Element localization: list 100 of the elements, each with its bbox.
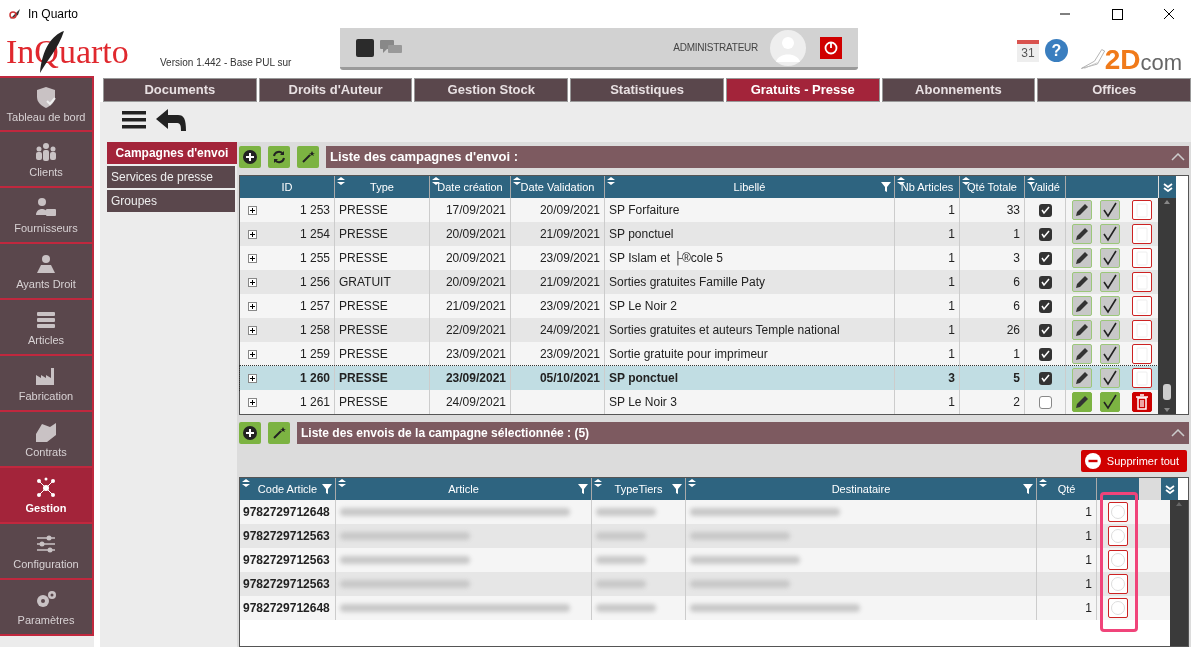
checkbox[interactable] bbox=[1038, 251, 1052, 265]
checkbox[interactable] bbox=[1038, 347, 1052, 361]
validate-button[interactable] bbox=[1100, 392, 1120, 412]
delete-button[interactable] bbox=[1132, 296, 1152, 316]
checkbox[interactable] bbox=[1038, 371, 1052, 385]
delete-button[interactable] bbox=[1108, 550, 1128, 570]
power-button-icon[interactable] bbox=[820, 36, 842, 59]
delete-button[interactable] bbox=[1108, 598, 1128, 618]
column-header[interactable]: TypeTiers bbox=[592, 478, 686, 500]
calendar-icon[interactable]: 31 bbox=[1017, 40, 1039, 62]
checkbox[interactable] bbox=[1038, 299, 1052, 313]
table-row[interactable]: 1 259 PRESSE 23/09/2021 23/09/2021 Sortie gratuite pour imprimeur 1 1 bbox=[240, 342, 1158, 366]
help-button[interactable]: ? bbox=[1045, 39, 1068, 62]
edit-button[interactable] bbox=[1072, 368, 1092, 388]
column-header[interactable]: Destinataire bbox=[686, 478, 1037, 500]
delete-button[interactable] bbox=[1108, 526, 1128, 546]
menu-icon[interactable] bbox=[122, 110, 146, 130]
expand-icon[interactable] bbox=[248, 277, 257, 287]
tab[interactable]: Droits d'Auteur bbox=[258, 78, 413, 102]
expand-icon[interactable] bbox=[248, 373, 257, 383]
validate-button[interactable] bbox=[1100, 248, 1120, 268]
collapse-icon[interactable] bbox=[1171, 153, 1185, 161]
column-header[interactable]: Qté Totale bbox=[960, 176, 1025, 198]
tab[interactable]: Documents bbox=[103, 78, 257, 102]
expand-icon[interactable] bbox=[248, 253, 257, 263]
column-header[interactable]: Date création bbox=[430, 176, 511, 198]
table-row[interactable]: 1 255 PRESSE 20/09/2021 23/09/2021 SP Islam et ├®cole 5 1 3 bbox=[240, 246, 1158, 270]
delete-button[interactable] bbox=[1132, 224, 1152, 244]
delete-button[interactable] bbox=[1132, 248, 1152, 268]
checkbox[interactable] bbox=[1038, 275, 1052, 289]
sidebar-item[interactable]: Fournisseurs bbox=[0, 188, 94, 244]
sidebar-item[interactable]: Gestion bbox=[0, 468, 94, 524]
edit-button[interactable] bbox=[1072, 200, 1092, 220]
edit-button[interactable] bbox=[1072, 320, 1092, 340]
tab[interactable]: Gestion Stock bbox=[414, 78, 569, 102]
table-row[interactable]: 1 257 PRESSE 21/09/2021 23/09/2021 SP Le Noir 2 1 6 bbox=[240, 294, 1158, 318]
edit-button[interactable] bbox=[1072, 296, 1092, 316]
delete-button[interactable] bbox=[1132, 272, 1152, 292]
tab[interactable]: Gratuits - Presse bbox=[725, 78, 880, 102]
table-row[interactable]: 1 254 PRESSE 20/09/2021 21/09/2021 SP ponctuel 1 1 bbox=[240, 222, 1158, 246]
scroll-thumb[interactable] bbox=[1163, 384, 1171, 400]
edit-button[interactable] bbox=[1072, 344, 1092, 364]
column-header[interactable]: Date Validation bbox=[511, 176, 605, 198]
checkbox[interactable] bbox=[1038, 323, 1052, 337]
submenu-item[interactable]: Groupes bbox=[107, 190, 235, 212]
table-row[interactable]: 1 253 PRESSE 17/09/2021 20/09/2021 SP Forfaiture 1 33 bbox=[240, 198, 1158, 222]
sidebar-item[interactable]: Tableau de bord bbox=[0, 76, 94, 132]
tab[interactable]: Abonnements bbox=[881, 78, 1036, 102]
scrollbar[interactable] bbox=[1170, 500, 1188, 646]
delete-button[interactable] bbox=[1132, 368, 1152, 388]
validate-button[interactable] bbox=[1100, 272, 1120, 292]
expand-icon[interactable] bbox=[248, 397, 257, 407]
table-row[interactable]: 1 256 GRATUIT 20/09/2021 21/09/2021 Sorties gratuites Famille Paty 1 6 bbox=[240, 270, 1158, 294]
wand-button[interactable] bbox=[268, 422, 290, 444]
edit-button[interactable] bbox=[1072, 248, 1092, 268]
collapse-icon[interactable] bbox=[1171, 429, 1185, 437]
column-header[interactable]: Qté bbox=[1037, 478, 1097, 500]
sidebar-item[interactable]: Clients bbox=[0, 132, 94, 188]
expand-icon[interactable] bbox=[248, 349, 257, 359]
scrollbar[interactable] bbox=[1158, 198, 1176, 414]
column-header[interactable]: Article bbox=[336, 478, 592, 500]
delete-all-button[interactable]: Supprimer tout bbox=[1080, 450, 1187, 472]
delete-button[interactable] bbox=[1132, 392, 1152, 412]
expand-icon[interactable] bbox=[248, 301, 257, 311]
checkbox[interactable] bbox=[1038, 227, 1052, 241]
delete-button[interactable] bbox=[1132, 344, 1152, 364]
column-header[interactable]: Libellé bbox=[605, 176, 895, 198]
validate-button[interactable] bbox=[1100, 224, 1120, 244]
tab[interactable]: Offices bbox=[1037, 78, 1192, 102]
add-button[interactable] bbox=[239, 422, 261, 444]
delete-button[interactable] bbox=[1108, 574, 1128, 594]
validate-button[interactable] bbox=[1100, 296, 1120, 316]
column-header[interactable]: Code Article bbox=[240, 478, 336, 500]
sidebar-item[interactable]: Configuration bbox=[0, 524, 94, 580]
refresh-button[interactable] bbox=[268, 146, 290, 168]
validate-button[interactable] bbox=[1100, 200, 1120, 220]
validate-button[interactable] bbox=[1100, 344, 1120, 364]
scroll-down-button[interactable] bbox=[1160, 478, 1178, 500]
checkbox[interactable] bbox=[1038, 203, 1052, 217]
expand-icon[interactable] bbox=[248, 325, 257, 335]
sidebar-item[interactable]: Fabrication bbox=[0, 356, 94, 412]
checkbox[interactable] bbox=[1038, 395, 1052, 409]
delete-button[interactable] bbox=[1132, 320, 1152, 340]
table-row[interactable]: 1 261 PRESSE 24/09/2021 SP Le Noir 3 1 2 bbox=[240, 390, 1158, 414]
expand-icon[interactable] bbox=[248, 229, 257, 239]
tab[interactable]: Statistiques bbox=[570, 78, 724, 102]
scroll-down-button[interactable] bbox=[1158, 176, 1176, 198]
edit-button[interactable] bbox=[1072, 272, 1092, 292]
square-icon[interactable] bbox=[356, 38, 374, 57]
sidebar-item[interactable]: Contrats bbox=[0, 412, 94, 468]
edit-button[interactable] bbox=[1072, 392, 1092, 412]
column-header[interactable]: Nb Articles bbox=[895, 176, 960, 198]
column-header[interactable]: Validé bbox=[1025, 176, 1066, 198]
edit-button[interactable] bbox=[1072, 224, 1092, 244]
submenu-item[interactable]: Services de presse bbox=[107, 166, 235, 188]
back-arrow-icon[interactable] bbox=[156, 109, 186, 131]
add-button[interactable] bbox=[239, 146, 261, 168]
sidebar-item[interactable]: Paramètres bbox=[0, 580, 94, 636]
table-row[interactable]: 1 260 PRESSE 23/09/2021 05/10/2021 SP ponctuel 3 5 bbox=[240, 366, 1158, 390]
delete-button[interactable] bbox=[1108, 502, 1128, 522]
